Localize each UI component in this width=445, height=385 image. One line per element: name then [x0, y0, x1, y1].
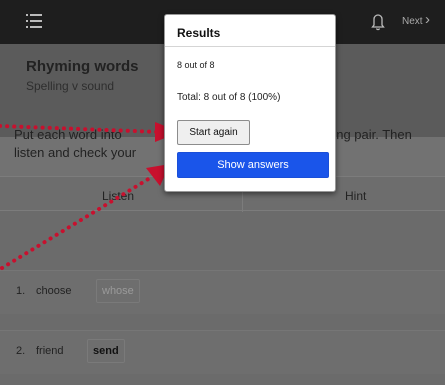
annotation-arrow-start-again [0, 124, 162, 134]
start-again-button[interactable]: Start again [177, 120, 250, 145]
results-score: 8 out of 8 [177, 60, 215, 70]
results-title: Results [177, 26, 221, 40]
results-total: Total: 8 out of 8 (100%) [177, 92, 281, 103]
show-answers-button[interactable]: Show answers [177, 152, 329, 178]
annotation-arrow-show-answers [0, 176, 152, 270]
divider [165, 46, 335, 47]
results-dialog: Results 8 out of 8 Total: 8 out of 8 (10… [164, 14, 336, 192]
